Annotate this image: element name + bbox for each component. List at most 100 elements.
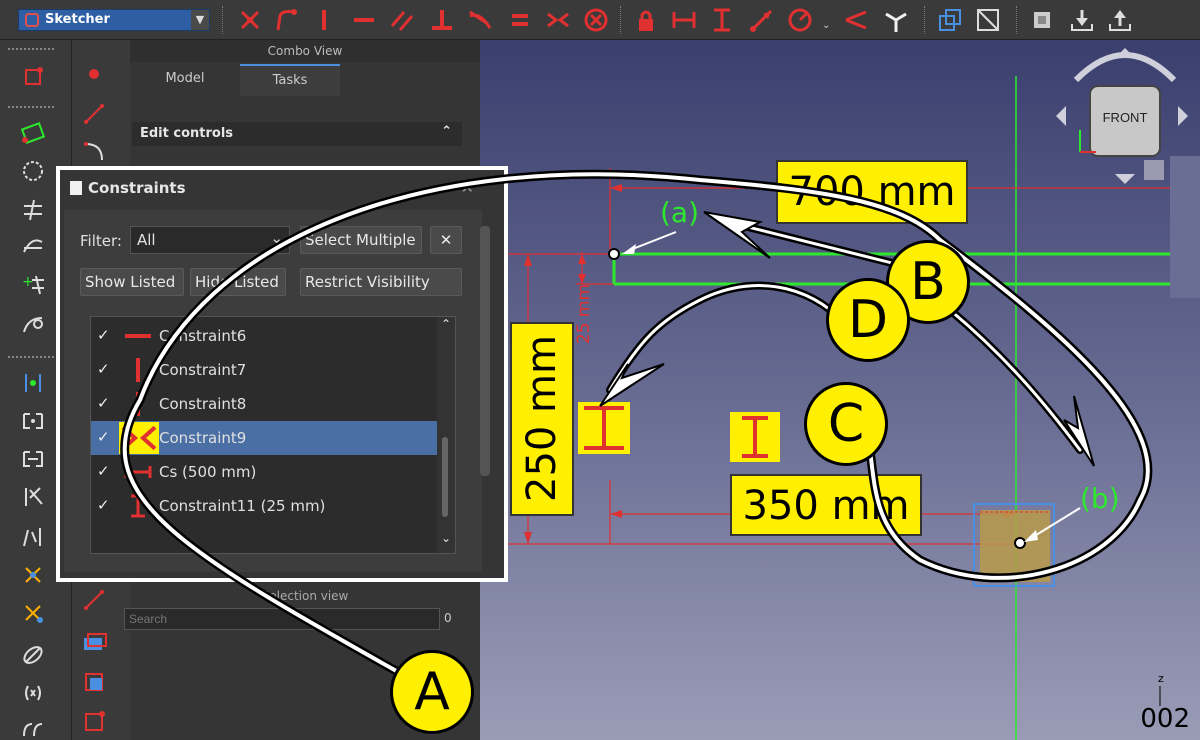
chevron-up-icon[interactable]: ⌃: [441, 124, 452, 139]
map-sketch-icon[interactable]: [80, 668, 108, 696]
constrain-snell-icon[interactable]: [882, 6, 910, 34]
constrain-symmetric-icon[interactable]: [544, 6, 572, 34]
arc-icon[interactable]: [82, 140, 106, 164]
symmetry-icon[interactable]: [20, 484, 46, 510]
checkbox[interactable]: ✓: [97, 326, 110, 344]
constrain-lock-icon[interactable]: [632, 6, 660, 34]
constrain-vertical-icon[interactable]: [310, 6, 338, 34]
constrain-perpendicular-icon[interactable]: [428, 6, 456, 34]
constrain-horizontal-icon[interactable]: [350, 6, 378, 34]
workbench-name: Sketcher: [45, 12, 110, 27]
dimension-250-label[interactable]: 250 mm: [510, 322, 574, 516]
toggle-driving-icon[interactable]: [936, 6, 964, 34]
checkbox[interactable]: ✓: [97, 428, 110, 446]
chevron-up-icon[interactable]: ⌃: [441, 317, 451, 331]
select-constraints-icon[interactable]: [20, 370, 46, 396]
checkbox[interactable]: ✓: [97, 394, 110, 412]
create-circle-icon[interactable]: [20, 158, 46, 184]
restrict-visibility-button[interactable]: Restrict Visibility: [300, 268, 462, 296]
point-icon[interactable]: [86, 66, 102, 82]
tab-model[interactable]: Model: [140, 64, 230, 96]
move-icon[interactable]: [20, 562, 46, 588]
chevron-down-icon[interactable]: ⌄: [441, 531, 451, 545]
list-scrollbar[interactable]: ⌃ ⌄: [437, 317, 455, 553]
dimension-700-label[interactable]: 700 mm: [776, 160, 968, 224]
close-icon[interactable]: ✕: [461, 178, 474, 197]
list-item[interactable]: ✓ Cs (500 mm): [91, 455, 437, 489]
settings-wrench-icon[interactable]: ✕: [430, 226, 462, 254]
dimension-350-label[interactable]: 350 mm: [730, 474, 922, 536]
constrain-equal-icon[interactable]: [506, 6, 534, 34]
navcube-side-panel: [1170, 156, 1200, 298]
constrain-point-on-object-icon[interactable]: [272, 6, 300, 34]
chevron-down-icon[interactable]: ⌄: [822, 20, 830, 31]
delete-all-constraints-icon[interactable]: [20, 680, 46, 706]
toolbar-grip[interactable]: [8, 106, 54, 110]
checkbox[interactable]: ✓: [97, 496, 110, 514]
label-b: (b): [1080, 482, 1120, 515]
workbench-selector[interactable]: Sketcher ▼: [18, 9, 210, 31]
extend-edge-icon[interactable]: [20, 232, 46, 258]
delete-all-geometry-icon[interactable]: [20, 642, 46, 668]
constrain-block-icon[interactable]: [582, 6, 610, 34]
list-item-selected[interactable]: ✓ Constraint9: [91, 421, 437, 455]
constrain-distance-icon[interactable]: [748, 6, 776, 34]
chevron-down-icon[interactable]: ▼: [191, 10, 209, 30]
sketcher-workbench-icon: [25, 13, 39, 27]
filter-label: Filter:: [80, 232, 122, 250]
point-b[interactable]: [1014, 537, 1026, 549]
filter-select[interactable]: All ⌄: [130, 226, 290, 254]
filter-value: All: [137, 231, 156, 249]
trim-edge-icon[interactable]: [20, 196, 46, 222]
constrain-vertical-distance-icon[interactable]: [708, 6, 736, 34]
polyline-icon[interactable]: [82, 588, 106, 612]
panel-scrollbar[interactable]: [480, 226, 490, 476]
checkbox[interactable]: ✓: [97, 360, 110, 378]
constrain-angle-icon[interactable]: [842, 6, 870, 34]
reorient-sketch-icon[interactable]: [80, 706, 108, 734]
toolbar-grip[interactable]: [8, 356, 54, 360]
external-geometry-icon[interactable]: +: [20, 272, 46, 298]
symmetric-constraint-icon: [119, 422, 159, 454]
carbon-copy-icon[interactable]: [20, 312, 46, 338]
tab-tasks[interactable]: Tasks: [240, 64, 340, 96]
constrain-parallel-icon[interactable]: [388, 6, 416, 34]
create-part-icon[interactable]: [1028, 6, 1056, 34]
constraints-list[interactable]: ✓ Constraint6 ✓ Constraint7 ✓ Constraint…: [90, 316, 456, 554]
line-icon[interactable]: [82, 102, 106, 126]
constraint-label: Constraint8: [159, 395, 247, 413]
hide-listed-button[interactable]: Hide Listed: [190, 268, 286, 296]
rectangular-array-icon[interactable]: [20, 600, 46, 626]
constrain-horizontal-distance-icon[interactable]: [670, 6, 698, 34]
clone-icon[interactable]: [20, 524, 46, 550]
list-item[interactable]: ✓ Constraint11 (25 mm): [91, 489, 437, 523]
select-origin-icon[interactable]: [20, 408, 46, 434]
import-icon[interactable]: [1068, 6, 1096, 34]
constraints-panel-header[interactable]: Constraints: [60, 170, 504, 206]
export-icon[interactable]: [1106, 6, 1134, 34]
list-item[interactable]: ✓ Constraint6: [91, 319, 437, 353]
dimension-25-label[interactable]: 25 mm: [574, 284, 594, 344]
point-a[interactable]: [608, 248, 620, 260]
create-rectangle-icon[interactable]: [20, 120, 46, 146]
show-listed-button[interactable]: Show Listed: [80, 268, 184, 296]
edit-controls-header[interactable]: Edit controls ⌃: [132, 122, 462, 146]
list-item[interactable]: ✓ Constraint8: [91, 387, 437, 421]
list-item[interactable]: ✓ Constraint7: [91, 353, 437, 387]
callout-d: D: [826, 278, 910, 362]
scrollbar-thumb[interactable]: [442, 437, 448, 517]
attachment-icon[interactable]: [80, 628, 108, 656]
sketch-point-icon[interactable]: [20, 64, 46, 90]
checkbox[interactable]: ✓: [97, 462, 110, 480]
constrain-radius-icon[interactable]: [786, 6, 814, 34]
toolbar-grip[interactable]: [8, 48, 54, 52]
remove-axes-alignment-icon[interactable]: [20, 716, 46, 740]
constrain-tangent-icon[interactable]: [466, 6, 494, 34]
select-multiple-button[interactable]: Select Multiple: [300, 226, 422, 254]
constraints-title: Constraints: [88, 179, 186, 197]
selection-search-input[interactable]: [124, 608, 440, 630]
toggle-active-icon[interactable]: [974, 6, 1002, 34]
constrain-coincident-icon[interactable]: [236, 6, 264, 34]
select-horizontal-axis-icon[interactable]: [20, 446, 46, 472]
edit-controls-label: Edit controls: [140, 126, 234, 141]
